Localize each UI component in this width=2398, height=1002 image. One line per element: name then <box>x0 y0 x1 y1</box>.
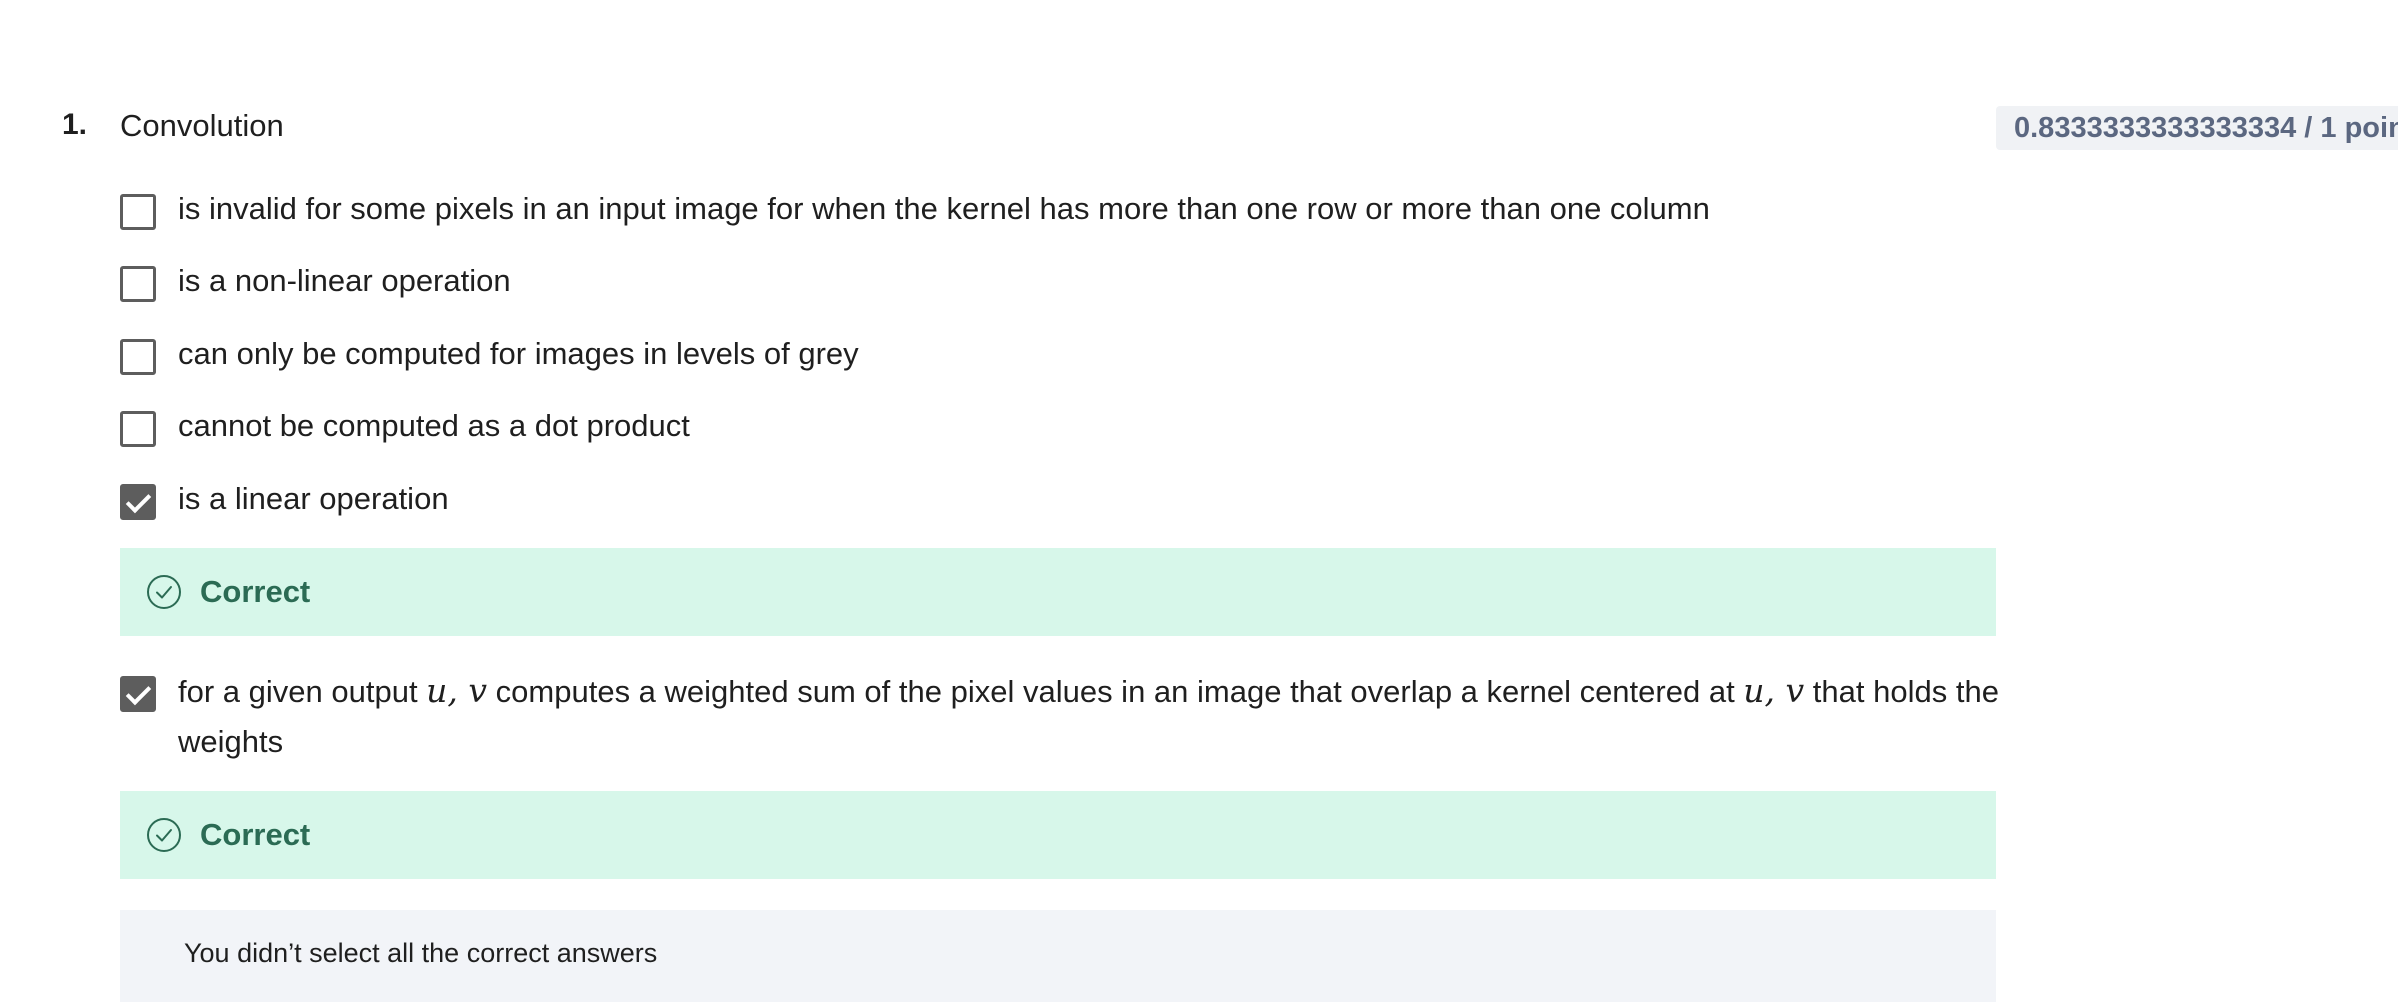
math-uv: u, v <box>1743 671 1805 710</box>
checkbox-option-5-checked[interactable] <box>120 484 156 520</box>
checkbox-option-4[interactable] <box>120 411 156 447</box>
option-6-text-a: for a given output <box>178 674 427 709</box>
checkbox-option-2[interactable] <box>120 266 156 302</box>
option-2[interactable]: is a non-linear operation <box>120 262 2000 306</box>
option-4[interactable]: cannot be computed as a dot product <box>120 407 2000 451</box>
question-title: Convolution <box>120 108 284 143</box>
checkbox-option-3[interactable] <box>120 339 156 375</box>
feedback-label: Correct <box>200 817 311 852</box>
score-badge: 0.8333333333333334 / 1 point <box>1996 106 2398 150</box>
option-6-text-b: computes a weighted sum of the pixel val… <box>487 674 1744 709</box>
option-5[interactable]: is a linear operation <box>120 480 2000 524</box>
option-6-text: for a given output u, v computes a weigh… <box>178 666 2000 767</box>
feedback-label: Correct <box>200 574 311 609</box>
option-1-text: is invalid for some pixels in an input i… <box>178 191 1710 226</box>
option-4-text: cannot be computed as a dot product <box>178 408 690 443</box>
option-1[interactable]: is invalid for some pixels in an input i… <box>120 190 2000 234</box>
checkbox-option-1[interactable] <box>120 194 156 230</box>
option-5-text: is a linear operation <box>178 481 449 516</box>
feedback-correct-option-6: Correct <box>120 791 1996 879</box>
option-6[interactable]: for a given output u, v computes a weigh… <box>120 671 2000 767</box>
option-3-text: can only be computed for images in level… <box>178 336 859 371</box>
checkbox-option-6-checked[interactable] <box>120 676 156 712</box>
check-circle-icon <box>147 818 181 852</box>
option-2-text: is a non-linear operation <box>178 263 511 298</box>
summary-feedback: You didn’t select all the correct answer… <box>120 910 1996 1002</box>
question-number: 1. <box>62 108 88 141</box>
math-uv: u, v <box>426 671 488 710</box>
check-circle-icon <box>147 575 181 609</box>
feedback-correct-option-5: Correct <box>120 548 1996 636</box>
option-3[interactable]: can only be computed for images in level… <box>120 335 2000 379</box>
